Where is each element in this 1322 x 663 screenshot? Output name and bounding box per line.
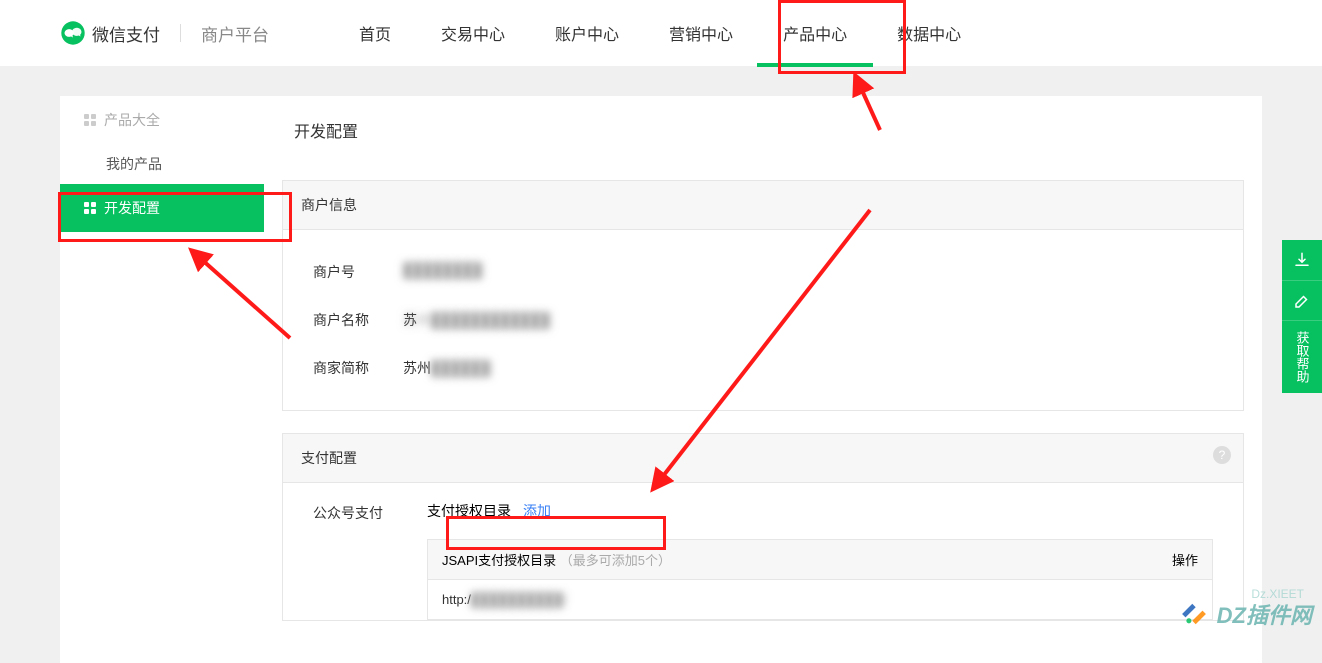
watermark-icon — [1177, 597, 1211, 631]
main-content: 开发配置 商户信息 商户号 ████████ 商户名称 苏苏州█████████… — [264, 96, 1262, 663]
right-toolbar: 获取帮助 — [1282, 240, 1322, 393]
nav-marketing[interactable]: 营销中心 — [669, 3, 733, 63]
nav-product[interactable]: 产品中心 — [783, 3, 847, 63]
nav-data[interactable]: 数据中心 — [897, 3, 961, 63]
add-link[interactable]: 添加 — [523, 501, 551, 521]
auth-dir-line: 支付授权目录 添加 — [427, 501, 1213, 521]
page-title: 开发配置 — [264, 96, 1262, 164]
brand-separator — [180, 24, 181, 42]
grid-icon — [84, 202, 96, 214]
watermark-text: DZ插件网 — [1217, 598, 1312, 630]
brand-sub: 商户平台 — [201, 21, 269, 46]
edit-button[interactable] — [1282, 280, 1322, 320]
nav-account[interactable]: 账户中心 — [555, 3, 619, 63]
pay-config-panel: 支付配置 ? 公众号支付 支付授权目录 添加 JSAPI支付授权目录 （最多可添… — [282, 433, 1244, 621]
auth-dir-label: 支付授权目录 — [427, 501, 511, 521]
jsapi-entry: http:/ ██████████/ — [428, 580, 1212, 619]
jsapi-title: JSAPI支付授权目录 — [442, 553, 556, 568]
wechat-pay-icon — [60, 20, 86, 46]
sidebar: 产品大全 我的产品 开发配置 — [60, 96, 264, 663]
brand-name: 微信支付 — [92, 21, 160, 46]
nav-home[interactable]: 首页 — [359, 3, 391, 63]
jsapi-url-prefix: http:/ — [442, 592, 471, 607]
public-pay-label: 公众号支付 — [313, 501, 403, 523]
sidebar-active-label: 开发配置 — [104, 198, 160, 218]
jsapi-url-value: ██████████/ — [471, 592, 567, 607]
pay-panel-header: 支付配置 ? — [283, 434, 1243, 483]
merchant-name-value: 苏苏州████████████ — [403, 310, 550, 330]
merchant-short-label: 商家简称 — [313, 358, 403, 378]
merchant-short-row: 商家简称 苏州██████ — [313, 344, 1213, 392]
merchant-name-row: 商户名称 苏苏州████████████ — [313, 296, 1213, 344]
jsapi-table: JSAPI支付授权目录 （最多可添加5个） 操作 http:/ ████████… — [427, 539, 1213, 620]
merchant-name-label: 商户名称 — [313, 310, 403, 330]
jsapi-header: JSAPI支付授权目录 （最多可添加5个） 操作 — [428, 540, 1212, 580]
merchant-info-panel: 商户信息 商户号 ████████ 商户名称 苏苏州████████████ 商… — [282, 180, 1244, 411]
top-navbar: 微信支付 商户平台 首页 交易中心 账户中心 营销中心 产品中心 数据中心 — [0, 0, 1322, 66]
help-icon[interactable]: ? — [1213, 446, 1231, 464]
nav-transaction[interactable]: 交易中心 — [441, 3, 505, 63]
merchant-short-value: 苏州██████ — [403, 358, 491, 378]
download-button[interactable] — [1282, 240, 1322, 280]
jsapi-hint: （最多可添加5个） — [560, 553, 671, 568]
pay-panel-title: 支付配置 — [301, 450, 357, 466]
watermark: DZ插件网 — [1177, 597, 1312, 631]
sidebar-category-label: 产品大全 — [104, 110, 160, 130]
sidebar-item-my-products[interactable]: 我的产品 — [60, 144, 264, 184]
merchant-panel-header: 商户信息 — [283, 181, 1243, 230]
get-help-button[interactable]: 获取帮助 — [1282, 320, 1322, 393]
jsapi-op-col: 操作 — [1172, 550, 1198, 569]
sidebar-category[interactable]: 产品大全 — [60, 96, 264, 144]
grid-icon — [84, 114, 96, 126]
brand-block: 微信支付 商户平台 — [60, 20, 269, 46]
sidebar-item-dev-config[interactable]: 开发配置 — [60, 184, 264, 232]
merchant-id-label: 商户号 — [313, 262, 403, 282]
merchant-id-row: 商户号 ████████ — [313, 248, 1213, 296]
merchant-id-value: ████████ — [403, 262, 482, 282]
main-nav: 首页 交易中心 账户中心 营销中心 产品中心 数据中心 — [359, 3, 961, 63]
